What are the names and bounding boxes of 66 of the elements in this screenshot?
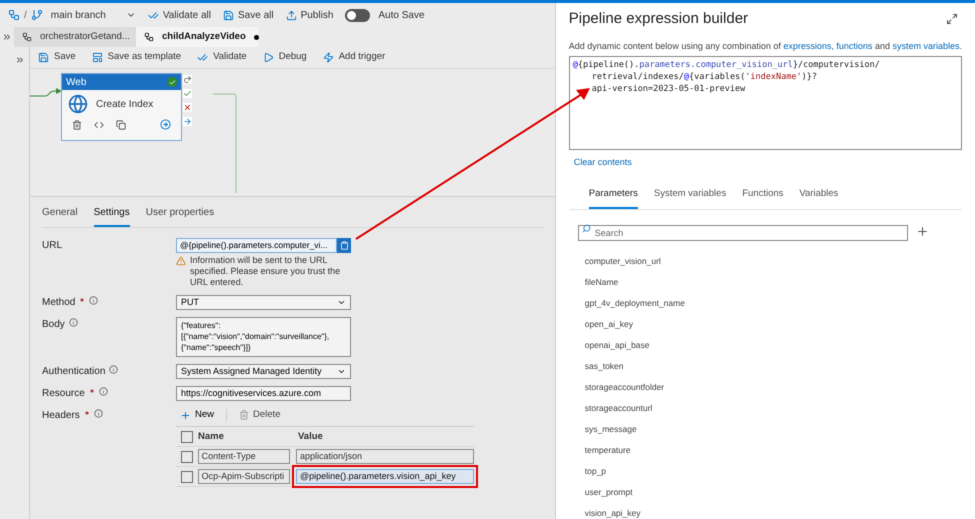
activity-name: Create Index: [96, 98, 154, 112]
document-tab[interactable]: childAnalyzeVideo: [136, 27, 258, 47]
parameter-item[interactable]: storageaccountfolder: [584, 380, 962, 393]
link[interactable]: system variables.: [892, 40, 962, 50]
toolbar-button[interactable]: Publish: [286, 8, 334, 22]
description: Add dynamic content below using any combination of expressions, functions and system variables.: [568, 40, 962, 53]
header-name-field[interactable]: Ocp-Apim-Subscripti: [198, 469, 290, 484]
parameter-item[interactable]: open_ai_key: [584, 318, 962, 330]
parameter-item[interactable]: openai_api_base: [584, 338, 962, 351]
parameter-item[interactable]: fileName: [584, 276, 962, 288]
field-label: Resource: [42, 387, 85, 401]
document-tab[interactable]: orchestratorGetand...: [14, 27, 136, 47]
warning-text: Information will be sent to the URL specified. Please ensure you trust the URL entered.: [190, 255, 342, 288]
header-name-field[interactable]: Content-Type: [198, 449, 290, 464]
parameter-item[interactable]: sys_message: [584, 422, 962, 435]
url-field[interactable]: @{pipeline().parameters.computer_vi...: [176, 238, 337, 253]
parameter-item[interactable]: computer_vision_url: [584, 254, 962, 267]
search-field[interactable]: Search: [578, 224, 908, 240]
builder-tab[interactable]: Parameters: [588, 187, 638, 208]
toolbar-button[interactable]: Save all: [223, 8, 274, 22]
branch-dropdown[interactable]: main branch: [50, 8, 136, 22]
code-line: retrieval/indexes/@{variables('indexName')}?: [590, 71, 818, 83]
properties-tab[interactable]: General: [42, 205, 78, 227]
link[interactable]: expressions, functions: [783, 40, 872, 50]
parameter-item[interactable]: user_prompt: [584, 486, 962, 498]
activity-type: Web: [66, 76, 86, 90]
dropdown[interactable]: PUT: [176, 295, 351, 310]
field-label: Body: [42, 318, 65, 332]
toolbar-button[interactable]: Save as template: [92, 50, 182, 65]
field-label: Headers: [42, 409, 80, 423]
parameter-item[interactable]: gpt_4v_deployment_name: [584, 296, 962, 309]
builder-tab[interactable]: System variables: [654, 187, 726, 208]
clear-contents-link[interactable]: Clear contents: [568, 150, 962, 170]
toolbar-button[interactable]: Debug: [262, 50, 307, 65]
properties-tab[interactable]: Settings: [94, 205, 130, 227]
toolbar-button[interactable]: Validate: [197, 50, 247, 65]
parameter-item[interactable]: vision_api_key: [584, 506, 962, 519]
parameter-item[interactable]: storageaccounturl: [584, 402, 962, 414]
panel-title: Pipeline expression builder: [568, 9, 748, 29]
toolbar-button[interactable]: Add trigger: [322, 50, 386, 65]
toolbar-button[interactable]: Save: [38, 50, 76, 65]
properties-tab[interactable]: User properties: [146, 205, 214, 227]
column-header: Name: [198, 430, 225, 444]
parameter-item[interactable]: temperature: [584, 444, 962, 456]
activity-node[interactable]: Web Create Index: [61, 73, 182, 141]
header-value-field[interactable]: application/json: [296, 449, 474, 464]
new-button[interactable]: New: [180, 408, 214, 422]
toggle-label: Auto Save: [378, 8, 425, 22]
toolbar-button[interactable]: Validate all: [148, 8, 211, 22]
field-label: Method: [42, 296, 76, 310]
header-value-field[interactable]: @pipeline().parameters.vision_api_key: [296, 469, 474, 484]
field-label: Authentication: [42, 365, 106, 379]
dropdown[interactable]: System Assigned Managed Identity: [176, 364, 351, 379]
code-line: api-version=2023-05-01-preview: [590, 83, 746, 95]
column-header: Value: [298, 430, 323, 444]
path-separator: /: [24, 8, 27, 22]
body-field[interactable]: {"features": [{"name":"vision","domain":"surveillance"}, {"name":"speech"}]}: [176, 317, 351, 357]
parameter-item[interactable]: top_p: [584, 464, 962, 477]
expression-editor[interactable]: @{pipeline().parameters.computer_vision_url}/computervision/ retrieval/indexes/@{variables('indexName')}? api-version=2023-05-01-preview: [568, 56, 962, 150]
parameter-item[interactable]: sas_token: [584, 360, 962, 372]
delete-button[interactable]: Delete: [239, 408, 280, 422]
code-line: @{pipeline().parameters.computer_vision_url}/computervision/: [572, 59, 881, 71]
text-field[interactable]: https://cognitiveservices.azure.com: [176, 386, 351, 401]
builder-tab[interactable]: Functions: [742, 187, 784, 208]
builder-tab[interactable]: Variables: [799, 187, 838, 208]
field-label: URL: [42, 239, 62, 253]
